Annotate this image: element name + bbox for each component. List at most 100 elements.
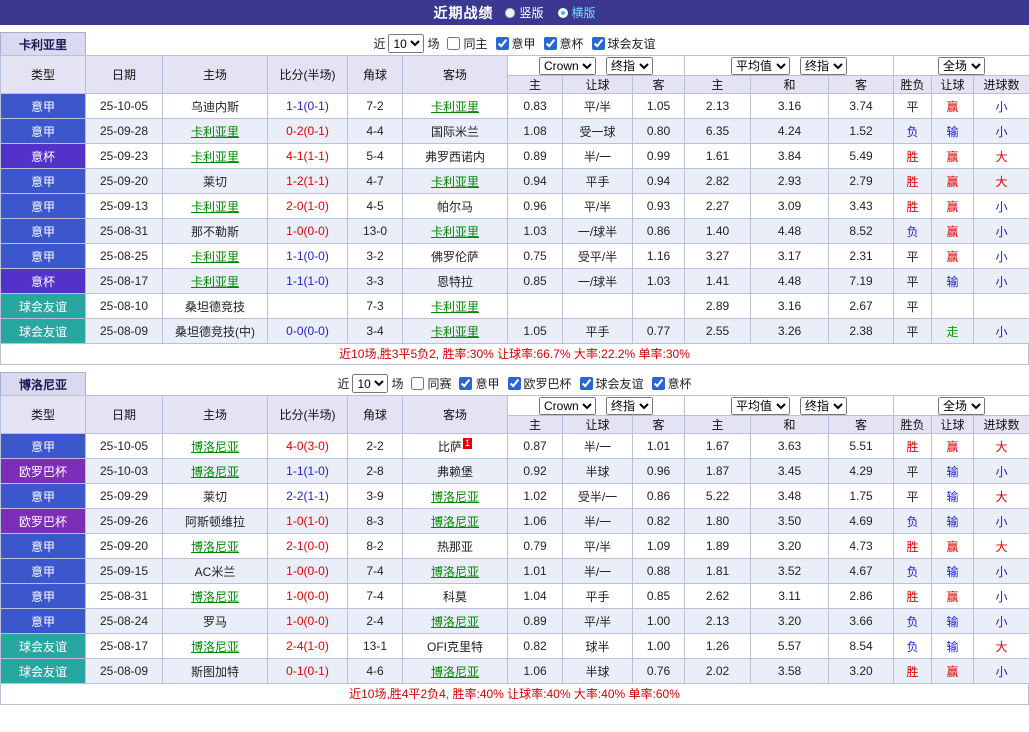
match-date: 25-08-24 <box>85 608 163 634</box>
away-team[interactable]: 卡利亚里 <box>402 293 508 319</box>
away-team[interactable]: 卡利亚里 <box>402 218 508 244</box>
competition-filter-coppa-italia[interactable]: 意杯 <box>539 35 584 52</box>
euro-draw-odds: 4.48 <box>750 218 830 244</box>
radio-option-vertical[interactable]: 竖版 <box>505 4 544 21</box>
competition-filter-coppa-italia[interactable]: 意杯 <box>647 375 692 392</box>
competition-filter-club-friendly[interactable]: 球会友谊 <box>587 35 656 52</box>
match-count-select[interactable]: 10 <box>388 34 425 53</box>
euro-average-select[interactable]: 平均值 <box>731 396 791 415</box>
away-team[interactable]: 博洛尼亚 <box>402 658 508 684</box>
radio-horizontal-label[interactable]: 横版 <box>572 4 596 21</box>
home-team[interactable]: 博洛尼亚 <box>162 533 268 559</box>
asian-away-odds: 0.85 <box>631 583 686 609</box>
competition-filter-europa-league[interactable]: 欧罗巴杯 <box>503 375 572 392</box>
euro-draw-odds: 3.45 <box>750 458 830 484</box>
match-row: 意甲 25-08-25 卡利亚里 1-1(0-0) 3-2 佛罗伦萨 0.75 受平/半 1.1… <box>0 243 1029 269</box>
asian-final-select[interactable]: 终指 <box>606 396 654 415</box>
radio-vertical-label[interactable]: 竖版 <box>519 4 543 21</box>
away-team[interactable]: 佛罗伦萨 <box>402 243 508 269</box>
away-team[interactable]: 博洛尼亚 <box>402 508 508 534</box>
away-team[interactable]: 热那亚 <box>402 533 508 559</box>
serie-a-checkbox[interactable] <box>459 377 473 390</box>
euro-home-odds: 1.87 <box>684 458 752 484</box>
filter-bar: 近 10 场 同赛 意甲 欧罗巴杯 球会友谊 意杯 <box>0 372 1029 395</box>
home-team[interactable]: 博洛尼亚 <box>162 633 268 659</box>
home-team[interactable]: 斯图加特 <box>162 658 268 684</box>
home-team[interactable]: 桑坦德竞技 <box>162 293 268 319</box>
same-competition-toggle[interactable]: 同赛 <box>406 375 451 392</box>
home-team[interactable]: 阿斯顿维拉 <box>162 508 268 534</box>
col-header-goals: 进球数 <box>973 75 1029 94</box>
competition-filter-serie-a[interactable]: 意甲 <box>454 375 500 392</box>
home-team[interactable]: 博洛尼亚 <box>162 433 268 459</box>
europa-league-checkbox[interactable] <box>507 377 521 390</box>
near-label: 近 <box>373 37 386 51</box>
euro-away-odds: 5.49 <box>828 143 895 169</box>
home-team[interactable]: 卡利亚里 <box>162 143 268 169</box>
away-team[interactable]: 恩特拉 <box>402 268 508 294</box>
home-team[interactable]: 卡利亚里 <box>162 118 268 144</box>
serie-a-checkbox[interactable] <box>495 37 509 50</box>
away-team[interactable]: OFI克里特 <box>402 633 508 659</box>
home-team[interactable]: 莱切 <box>162 168 268 194</box>
same-competition-checkbox[interactable] <box>411 377 425 390</box>
away-team[interactable]: 帕尔马 <box>402 193 508 219</box>
radio-horizontal-icon[interactable] <box>557 7 568 18</box>
bookmaker-select[interactable]: Crown <box>539 396 597 415</box>
asian-final-select[interactable]: 终指 <box>606 56 654 75</box>
home-team[interactable]: 博洛尼亚 <box>162 583 268 609</box>
home-team[interactable]: 乌迪内斯 <box>162 93 268 119</box>
home-team[interactable]: 卡利亚里 <box>162 193 268 219</box>
euro-away-odds: 7.19 <box>828 268 895 294</box>
away-team[interactable]: 博洛尼亚 <box>402 483 508 509</box>
col-header-euro-draw: 和 <box>750 415 830 434</box>
away-team[interactable]: 国际米兰 <box>402 118 508 144</box>
result-over-under: 大 <box>973 483 1029 509</box>
col-header-date: 日期 <box>85 55 163 94</box>
radio-vertical-icon[interactable] <box>505 7 516 18</box>
home-team[interactable]: 博洛尼亚 <box>162 458 268 484</box>
away-team[interactable]: 卡利亚里 <box>402 318 508 344</box>
home-team[interactable]: 卡利亚里 <box>162 243 268 269</box>
radio-option-horizontal[interactable]: 横版 <box>557 4 596 21</box>
away-team[interactable]: 博洛尼亚 <box>402 558 508 584</box>
away-team[interactable]: 弗赖堡 <box>402 458 508 484</box>
scope-select[interactable]: 全场 <box>938 396 986 415</box>
euro-average-select[interactable]: 平均值 <box>731 56 791 75</box>
coppa-italia-checkbox[interactable] <box>651 377 665 390</box>
away-team[interactable]: 科莫 <box>402 583 508 609</box>
away-team[interactable]: 卡利亚里 <box>402 93 508 119</box>
euro-away-odds: 2.31 <box>828 243 895 269</box>
away-team[interactable]: 博洛尼亚 <box>402 608 508 634</box>
scope-select[interactable]: 全场 <box>938 56 986 75</box>
same-home-toggle[interactable]: 同主 <box>442 35 488 52</box>
home-team[interactable]: 桑坦德竞技(中) <box>162 318 268 344</box>
home-team[interactable]: 卡利亚里 <box>162 268 268 294</box>
match-count-select[interactable]: 10 <box>352 374 389 393</box>
competition-badge: 球会友谊 <box>0 318 86 344</box>
coppa-italia-checkbox[interactable] <box>543 37 557 50</box>
asian-handicap-line: 平/半 <box>562 608 633 634</box>
home-team[interactable]: 那不勒斯 <box>162 218 268 244</box>
away-team[interactable]: 弗罗西诺内 <box>402 143 508 169</box>
result-win-draw-loss: 平 <box>893 243 933 269</box>
home-team[interactable]: AC米兰 <box>162 558 268 584</box>
col-header-corner: 角球 <box>347 55 403 94</box>
same-home-label: 同主 <box>463 37 488 51</box>
same-home-checkbox[interactable] <box>447 37 461 50</box>
club-friendly-checkbox[interactable] <box>591 37 605 50</box>
home-team[interactable]: 罗马 <box>162 608 268 634</box>
euro-final-select[interactable]: 终指 <box>800 56 848 75</box>
result-win-draw-loss: 负 <box>893 558 933 584</box>
match-date: 25-08-09 <box>85 658 163 684</box>
competition-filter-serie-a[interactable]: 意甲 <box>491 35 536 52</box>
club-friendly-checkbox[interactable] <box>579 377 593 390</box>
bookmaker-select[interactable]: Crown <box>539 56 597 75</box>
away-team[interactable]: 比萨 1 <box>402 433 508 459</box>
competition-filter-club-friendly[interactable]: 球会友谊 <box>575 375 644 392</box>
away-team[interactable]: 卡利亚里 <box>402 168 508 194</box>
score-halftime: 2-2(1-1) <box>267 483 348 509</box>
home-team[interactable]: 莱切 <box>162 483 268 509</box>
euro-final-select[interactable]: 终指 <box>800 396 848 415</box>
match-date: 25-08-31 <box>85 583 163 609</box>
